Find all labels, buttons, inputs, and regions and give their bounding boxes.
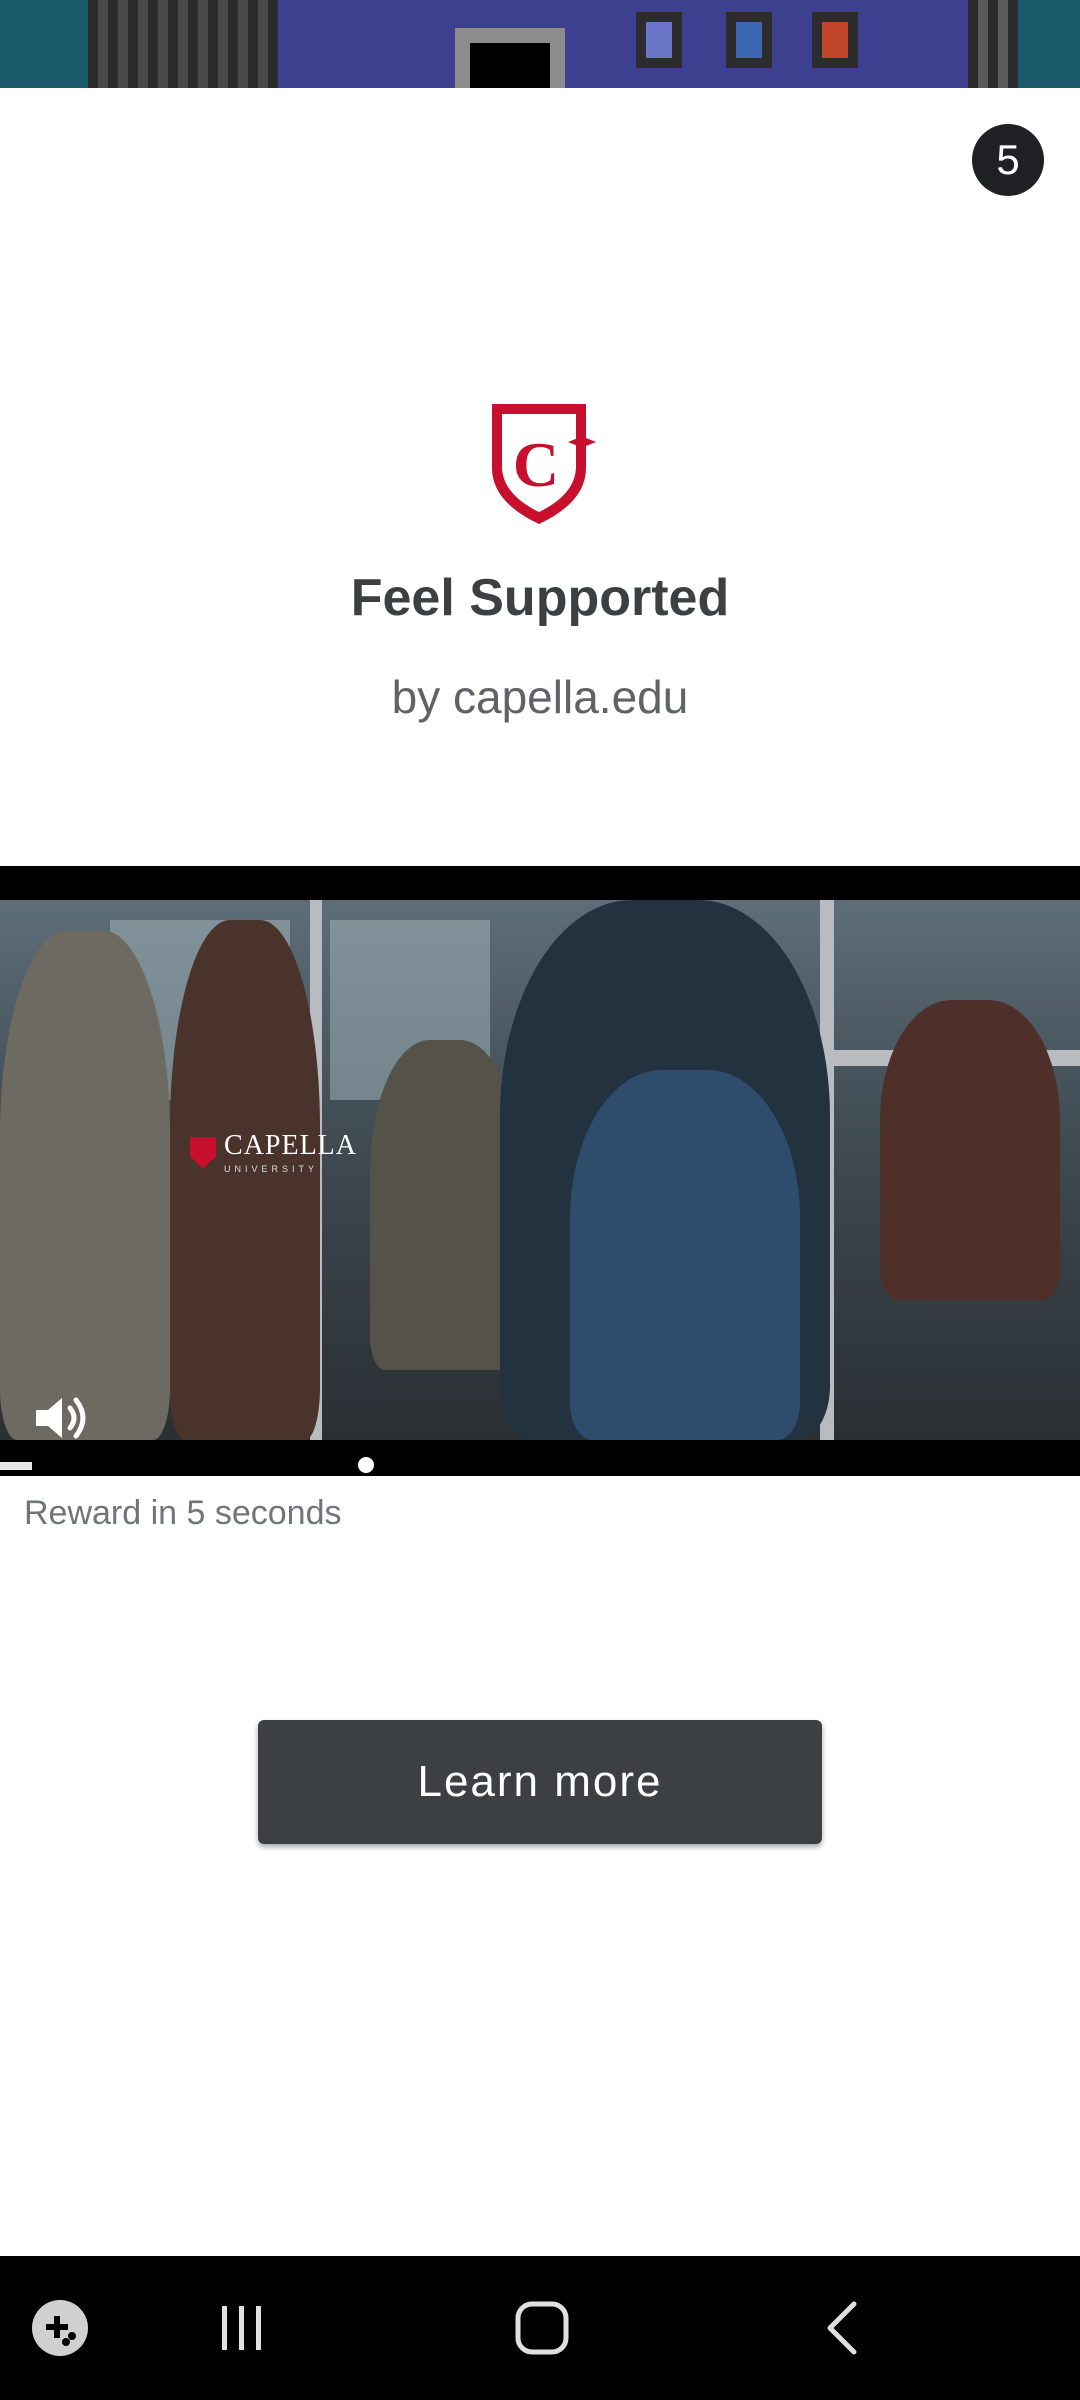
ad-video-player[interactable]: CAPELLA UNIVERSITY: [0, 866, 1080, 1476]
video-brand-watermark: CAPELLA UNIVERSITY: [190, 1132, 357, 1174]
learn-more-button[interactable]: Learn more: [258, 1720, 822, 1844]
video-progress-bar: [0, 1457, 1080, 1473]
ad-title: Feel Supported: [350, 569, 730, 627]
passenger: [880, 1000, 1060, 1300]
video-brand-sub: UNIVERSITY: [224, 1164, 319, 1174]
game-window: [812, 12, 858, 68]
game-launcher-icon[interactable]: [28, 2296, 92, 2360]
game-pillar: [88, 0, 278, 88]
home-icon[interactable]: [510, 2296, 574, 2360]
volume-icon[interactable]: [28, 1386, 92, 1450]
back-icon[interactable]: [814, 2296, 878, 2360]
countdown-badge: 5: [972, 124, 1044, 196]
capella-shield-logo: C: [492, 404, 596, 524]
video-brand-name: CAPELLA: [224, 1130, 357, 1161]
game-background: [0, 0, 1080, 88]
capella-shield-icon: [190, 1137, 216, 1169]
recents-icon[interactable]: [210, 2296, 274, 2360]
passenger: [370, 1040, 520, 1370]
reward-countdown-text: Reward in 5 seconds: [24, 1494, 342, 1532]
video-progress-marker: [358, 1457, 374, 1473]
svg-text:C: C: [513, 429, 559, 500]
video-frame: CAPELLA UNIVERSITY: [0, 900, 1080, 1440]
game-window: [726, 12, 772, 68]
ad-advertiser: by capella.edu: [391, 671, 689, 723]
passenger: [570, 1070, 800, 1440]
video-progress-fill: [0, 1462, 33, 1470]
game-pillar: [968, 0, 1018, 88]
game-window: [636, 12, 682, 68]
game-door: [455, 28, 565, 88]
passenger: [0, 930, 170, 1440]
system-navigation-bar: [0, 2256, 1080, 2400]
passenger: [170, 920, 320, 1440]
